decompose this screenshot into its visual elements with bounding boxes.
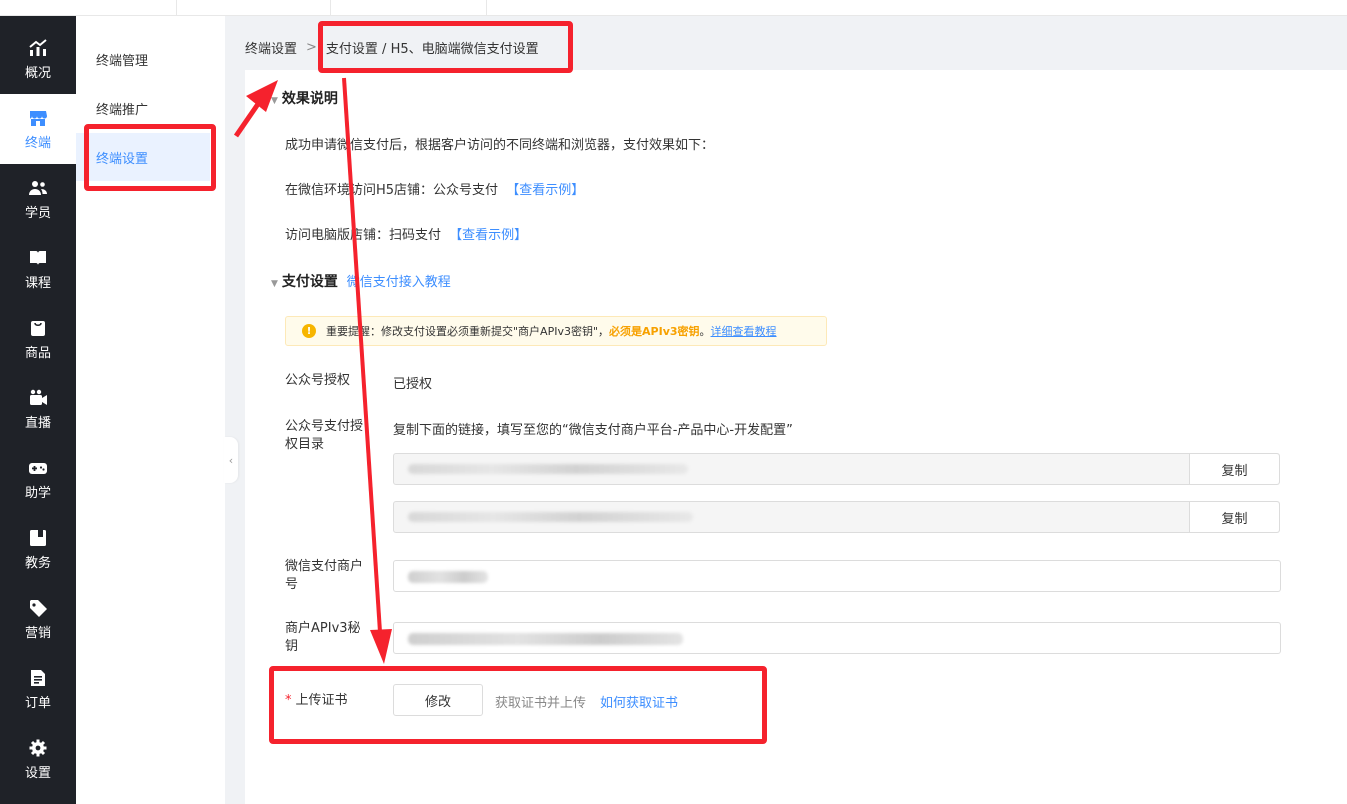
notice-tutorial-link[interactable]: 详细查看教程 <box>711 323 777 339</box>
auth-dir-field[interactable]: 复制 <box>393 453 1280 485</box>
subnav-item-terminal-promote[interactable]: 终端推广 <box>76 84 210 132</box>
auth-status: 已授权 <box>393 377 433 392</box>
effect-line-pc: 访问电脑版店铺：扫码支付 【查看示例】 <box>285 224 527 243</box>
nav-item-marketing[interactable]: 营销 <box>0 584 76 654</box>
breadcrumb-separator: > <box>306 40 317 55</box>
nav-label: 直播 <box>24 415 51 431</box>
redacted-text <box>408 512 693 522</box>
effect-intro: 成功申请微信支付后，根据客户访问的不同终端和浏览器，支付效果如下： <box>285 138 715 153</box>
nav-item-terminal[interactable]: 终端 <box>0 94 76 164</box>
nav-label: 学员 <box>24 205 51 221</box>
nav-label: 订单 <box>24 695 51 711</box>
merchant-id-input[interactable] <box>393 560 1281 592</box>
collapse-sidebar-button[interactable]: ‹ <box>224 437 238 483</box>
tab-divider <box>176 0 177 16</box>
document-icon <box>31 669 45 686</box>
redacted-text <box>408 464 688 474</box>
effect-line-pc-text: 访问电脑版店铺：扫码支付 <box>285 228 442 243</box>
breadcrumb-current: 支付设置 / H5、电脑端微信支付设置 <box>325 42 539 57</box>
api-key-label: 商户APIv3秘钥 <box>285 621 361 654</box>
gamepad-icon <box>29 462 47 474</box>
modify-cert-button[interactable]: 修改 <box>393 684 483 716</box>
chevron-left-icon: ‹ <box>228 453 234 467</box>
nav-item-courses[interactable]: 课程 <box>0 234 76 304</box>
subnav-label: 终端推广 <box>96 102 149 118</box>
nav-label: 终端 <box>24 135 51 151</box>
effect-line-h5: 在微信环境访问H5店铺：公众号支付 【查看示例】 <box>285 179 584 198</box>
nav-item-study-aid[interactable]: 助学 <box>0 444 76 514</box>
copy-button[interactable]: 复制 <box>1189 454 1279 484</box>
effect-section-header[interactable]: ▼ 效果说明 <box>271 88 338 108</box>
payment-section-header[interactable]: ▼ 支付设置 微信支付接入教程 <box>271 271 451 291</box>
api-key-input[interactable] <box>393 622 1281 654</box>
auth-label: 公众号授权 <box>285 373 351 388</box>
view-example-link-pc[interactable]: 【查看示例】 <box>449 228 527 243</box>
nav-item-orders[interactable]: 订单 <box>0 654 76 724</box>
nav-label: 课程 <box>24 275 51 291</box>
nav-label: 助学 <box>24 485 51 501</box>
payment-section-title: 支付设置 <box>281 274 338 290</box>
redacted-text <box>408 571 488 583</box>
notice-text: 重要提醒：修改支付设置必须重新提交"商户APIv3密钥"， <box>326 325 610 338</box>
subnav-label: 终端管理 <box>96 53 149 69</box>
nav-item-settings[interactable]: 设置 <box>0 724 76 794</box>
bag-icon <box>31 320 45 336</box>
caret-down-icon: ▼ <box>271 279 278 289</box>
nav-item-products[interactable]: 商品 <box>0 304 76 374</box>
view-example-link-h5[interactable]: 【查看示例】 <box>506 183 584 198</box>
auth-dir-field[interactable]: 复制 <box>393 501 1280 533</box>
gear-icon <box>29 739 47 756</box>
chart-trend-icon <box>29 38 47 56</box>
notice-sep: 。 <box>699 325 711 338</box>
top-tab-strip <box>0 0 1347 16</box>
cert-label: 上传证书 <box>295 693 348 708</box>
cert-hint: 获取证书并上传 <box>495 696 587 711</box>
nav-item-students[interactable]: 学员 <box>0 164 76 234</box>
effect-section-title: 效果说明 <box>281 91 338 107</box>
book-icon <box>30 250 46 265</box>
tab-divider <box>330 0 331 16</box>
nav-label: 商品 <box>24 345 51 361</box>
subnav-label: 终端设置 <box>96 151 149 167</box>
required-mark: * <box>285 693 292 708</box>
important-notice: ! 重要提醒：修改支付设置必须重新提交"商户APIv3密钥"， 必须是APIv3密… <box>285 316 827 346</box>
auth-dir-hint: 复制下面的链接，填写至您的“微信支付商户平台-产品中心-开发配置” <box>393 423 793 438</box>
caret-down-icon: ▼ <box>271 96 278 106</box>
users-icon <box>29 180 47 195</box>
merchant-id-label: 微信支付商户号 <box>285 559 364 592</box>
auth-dir-label: 公众号支付授权目录 <box>285 419 364 452</box>
settings-panel: ▼ 效果说明 成功申请微信支付后，根据客户访问的不同终端和浏览器，支付效果如下： … <box>245 70 1347 804</box>
main-sidebar: 概况 终端 学员 课程 商品 直播 助学 教务 营销 订单 设置 <box>0 16 76 804</box>
nav-item-overview[interactable]: 概况 <box>0 24 76 94</box>
tutorial-link[interactable]: 微信支付接入教程 <box>347 275 451 290</box>
store-icon <box>30 110 47 126</box>
copy-button[interactable]: 复制 <box>1189 502 1279 532</box>
tag-icon <box>30 599 47 617</box>
how-to-get-cert-link[interactable]: 如何获取证书 <box>600 692 678 711</box>
notice-strong-text: 必须是APIv3密钥 <box>609 325 700 338</box>
warning-icon: ! <box>302 324 316 338</box>
breadcrumb: 终端设置 > 支付设置 / H5、电脑端微信支付设置 <box>245 38 539 57</box>
nav-label: 教务 <box>24 555 51 571</box>
cert-label-row: * 上传证书 <box>285 692 348 710</box>
nav-item-academic[interactable]: 教务 <box>0 514 76 584</box>
nav-item-live[interactable]: 直播 <box>0 374 76 444</box>
tab-divider <box>486 0 487 16</box>
subnav-item-terminal-settings[interactable]: 终端设置 <box>76 133 210 181</box>
nav-label: 设置 <box>24 765 51 781</box>
subnav-item-terminal-manage[interactable]: 终端管理 <box>76 35 210 83</box>
breadcrumb-root[interactable]: 终端设置 <box>245 38 297 57</box>
effect-line-h5-text: 在微信环境访问H5店铺：公众号支付 <box>285 183 499 198</box>
calendar-book-icon <box>30 529 46 546</box>
nav-label: 概况 <box>24 65 51 81</box>
nav-label: 营销 <box>24 625 51 641</box>
sub-sidebar: 终端管理 终端推广 终端设置 <box>76 16 225 804</box>
redacted-text <box>408 633 683 645</box>
video-camera-icon <box>30 389 47 405</box>
